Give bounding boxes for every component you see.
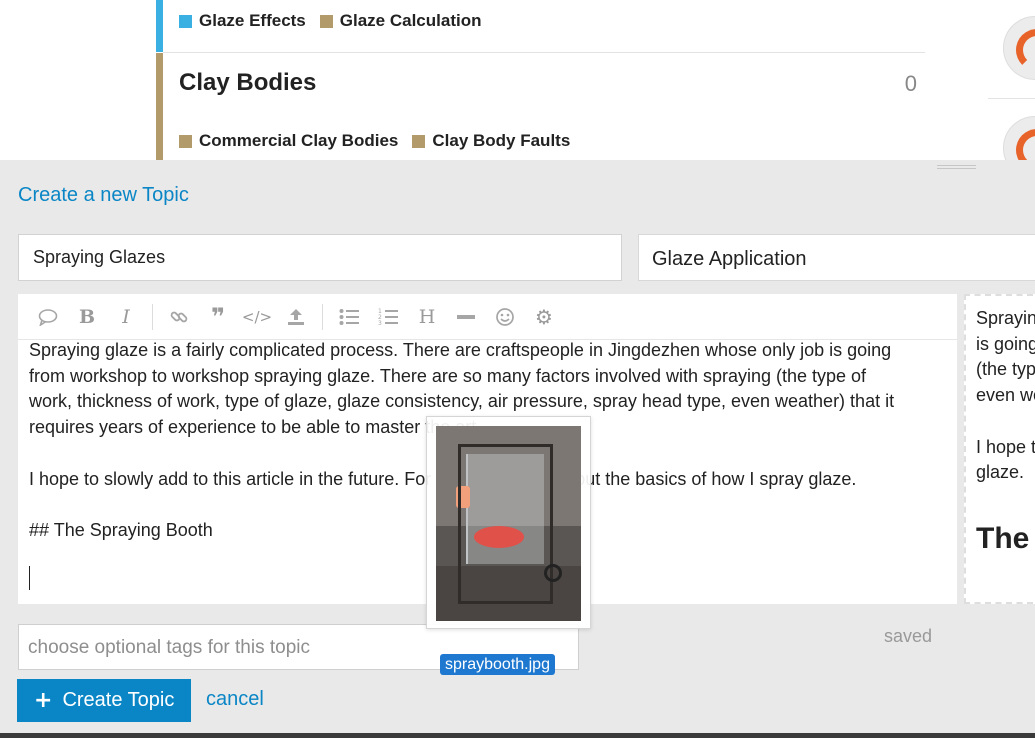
preview-heading: The Spraying Booth <box>976 522 1035 555</box>
subcategory-label[interactable]: Clay Body Faults <box>432 131 570 151</box>
subcategory-glaze-effects[interactable]: Glaze Effects <box>179 11 306 31</box>
subcategory-label[interactable]: Glaze Calculation <box>340 11 482 31</box>
category-topic-count: 0 <box>904 71 917 96</box>
subcategory-list: Glaze Effects Glaze Calculation <box>179 11 481 31</box>
subcategory-color-square <box>179 14 192 28</box>
subcategory-list: Commercial Clay Bodies Clay Body Faults <box>179 131 570 151</box>
category-row-glazes[interactable]: Glaze Effects Glaze Calculation <box>156 0 925 52</box>
subcategory-color-square <box>412 134 426 148</box>
blockquote-icon[interactable]: ❞ <box>201 302 235 332</box>
spray-booth-photo <box>436 426 581 621</box>
bold-icon[interactable]: B <box>70 302 104 332</box>
emoji-icon[interactable] <box>488 302 522 332</box>
save-status: saved <box>884 626 933 646</box>
sidebar-divider <box>988 98 1035 99</box>
code-icon[interactable]: </> <box>240 302 274 332</box>
logo-icon <box>1016 129 1035 160</box>
composer-heading: Create a new Topic <box>18 184 189 206</box>
bullet-list-icon[interactable] <box>332 302 366 332</box>
toolbar-separator <box>152 303 153 330</box>
window-bottom-edge <box>0 733 1035 738</box>
subcategory-clay-body-faults[interactable]: Clay Body Faults <box>412 131 570 151</box>
category-color-bar <box>156 53 163 160</box>
dragged-filename-label: spraybooth.jpg <box>440 654 555 675</box>
plus-icon: + <box>34 688 53 713</box>
avatar[interactable] <box>1003 16 1035 80</box>
numbered-list-icon[interactable]: 123 <box>371 302 405 332</box>
quote-icon[interactable] <box>31 302 65 332</box>
gear-icon[interactable]: ⚙ <box>527 302 561 332</box>
link-icon[interactable] <box>162 302 196 332</box>
preview-panel: Spraying glaze is a fairly complicated p… <box>964 294 1035 604</box>
subcategory-glaze-calculation[interactable]: Glaze Calculation <box>319 11 482 31</box>
category-row-clay-bodies[interactable]: Clay Bodies 0 Commercial Clay Bodies Cla… <box>156 53 925 160</box>
subcategory-label[interactable]: Glaze Effects <box>199 11 306 31</box>
svg-text:3: 3 <box>378 320 382 327</box>
heading-icon[interactable]: H <box>410 302 444 332</box>
horizontal-rule-icon[interactable] <box>449 302 483 332</box>
subcategory-color-square <box>179 134 192 148</box>
subcategory-label[interactable]: Commercial Clay Bodies <box>199 131 398 151</box>
upload-icon[interactable] <box>279 302 313 332</box>
subcategory-color-square <box>319 14 333 28</box>
topic-title-input[interactable]: Spraying Glazes <box>18 234 622 281</box>
composer-resize-grip[interactable] <box>937 165 976 169</box>
preview-body: Spraying glaze is a fairly complicated p… <box>976 308 1035 483</box>
avatar[interactable] <box>1003 116 1035 160</box>
subcategory-commercial-clay-bodies[interactable]: Commercial Clay Bodies <box>179 131 398 151</box>
category-color-bar <box>156 0 163 52</box>
category-list: Glaze Effects Glaze Calculation Clay Bod… <box>0 0 1035 160</box>
dragged-image-thumbnail[interactable] <box>426 416 591 629</box>
text-cursor <box>29 566 30 590</box>
create-topic-button[interactable]: + Create Topic <box>17 679 191 722</box>
create-topic-label: Create Topic <box>62 689 175 711</box>
category-title[interactable]: Clay Bodies <box>179 69 316 97</box>
category-select[interactable]: Glaze Application <box>638 234 1035 281</box>
editor-toolbar: B I ❞ </> 123 H ⚙ <box>18 294 957 340</box>
logo-icon <box>1016 29 1035 71</box>
cancel-link[interactable]: cancel <box>206 688 264 711</box>
italic-icon[interactable]: I <box>109 302 143 332</box>
toolbar-separator <box>322 303 323 330</box>
